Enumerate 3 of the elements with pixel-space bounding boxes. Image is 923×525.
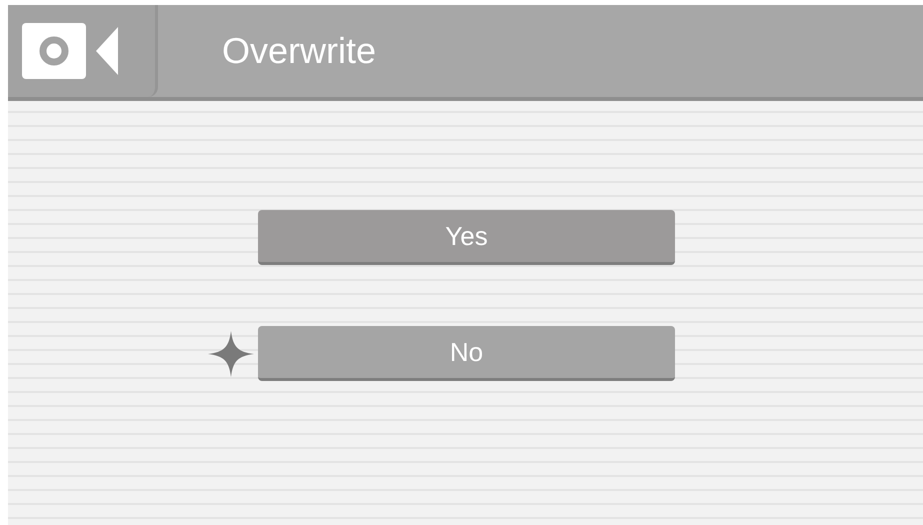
option-button[interactable]: No: [258, 326, 675, 381]
option-button[interactable]: Yes: [258, 210, 675, 265]
screen-title: Overwrite: [222, 30, 376, 72]
